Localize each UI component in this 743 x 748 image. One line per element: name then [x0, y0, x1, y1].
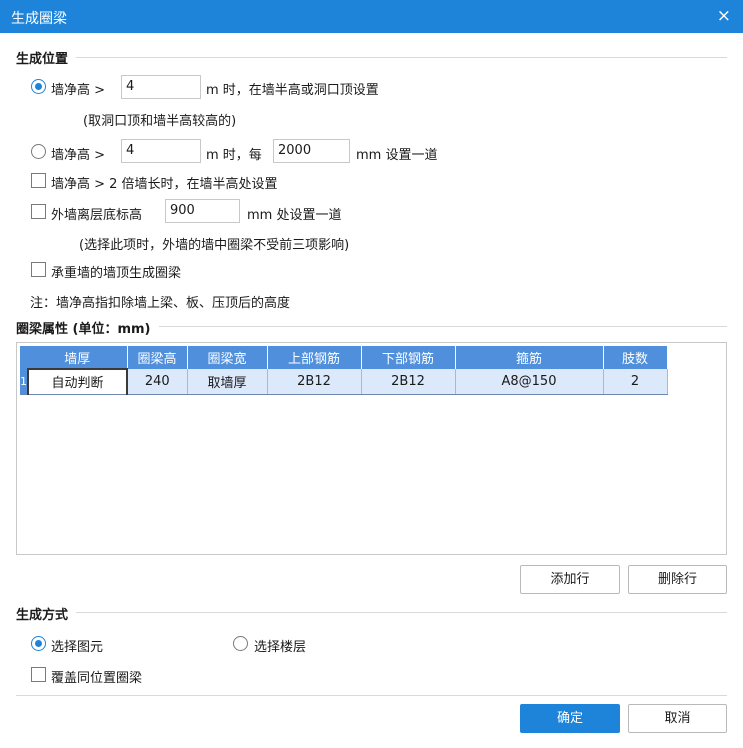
add-row-button[interactable]: 添加行: [520, 565, 620, 594]
section-title-method: 生成方式: [16, 604, 77, 623]
delete-row-button[interactable]: 删除行: [628, 565, 727, 594]
table-header-row: 墙厚 圈梁高 圈梁宽 上部钢筋 下部钢筋 箍筋 肢数: [20, 346, 668, 369]
row-number: 1: [20, 369, 28, 395]
checkbox-bearing-wall-top[interactable]: [31, 262, 46, 277]
window-title: 生成圈梁: [11, 11, 67, 27]
opt1-suffix: m 时，在墙半高或洞口顶设置: [206, 83, 379, 98]
table-row[interactable]: 1 自动判断 240 取墙厚 2B12 2B12 A8@150 2: [20, 368, 668, 395]
opt2-interval-input[interactable]: 2000: [273, 139, 350, 163]
opt1-height-input[interactable]: 4: [121, 75, 201, 99]
radio-option-interval[interactable]: [31, 144, 46, 159]
table-cell-legs[interactable]: 2: [603, 369, 668, 395]
table-cell-beam-width[interactable]: 取墙厚: [187, 369, 268, 395]
column-header[interactable]: 墙厚: [28, 346, 128, 369]
column-header[interactable]: 圈梁宽: [187, 346, 268, 369]
opt4-note: (选择此项时，外墙的墙中圈梁不受前三项影响): [79, 238, 350, 253]
opt4-elevation-input[interactable]: 900: [165, 199, 240, 223]
position-note: 注：墙净高指扣除墙上梁、板、压顶后的高度: [30, 296, 291, 311]
column-header[interactable]: 箍筋: [455, 346, 604, 369]
opt4-suffix: mm 处设置一道: [247, 208, 342, 223]
beam-attribute-table: 墙厚 圈梁高 圈梁宽 上部钢筋 下部钢筋 箍筋 肢数 1 自动判断 240 取墙…: [20, 346, 668, 395]
checkbox-overwrite-same-position[interactable]: [31, 667, 46, 682]
table-cell-beam-height[interactable]: 240: [127, 369, 188, 395]
opt3-label: 墙净高 > 2 倍墙长时，在墙半高处设置: [51, 177, 278, 192]
overwrite-label: 覆盖同位置圈梁: [51, 671, 143, 686]
table-cell-top-rebar[interactable]: 2B12: [267, 369, 362, 395]
column-header[interactable]: 上部钢筋: [267, 346, 362, 369]
column-header[interactable]: 下部钢筋: [361, 346, 456, 369]
section-title-position: 生成位置: [16, 48, 77, 67]
section-title-attributes: 圈梁属性 (单位：mm): [16, 318, 159, 337]
table-cell-bottom-rebar[interactable]: 2B12: [361, 369, 456, 395]
radio-select-element[interactable]: [31, 636, 46, 651]
table-cell-wall-thickness[interactable]: 自动判断: [27, 368, 128, 395]
cancel-button[interactable]: 取消: [628, 704, 727, 733]
select-floor-label: 选择楼层: [254, 640, 307, 655]
column-header[interactable]: 圈梁高: [127, 346, 188, 369]
checkbox-exterior-wall-elevation[interactable]: [31, 204, 46, 219]
checkbox-height-length-ratio[interactable]: [31, 173, 46, 188]
select-element-label: 选择图元: [51, 640, 104, 655]
divider: [16, 695, 727, 696]
opt2-mid: m 时，每: [206, 148, 262, 163]
opt2-height-input[interactable]: 4: [121, 139, 201, 163]
beam-attribute-table-panel: 墙厚 圈梁高 圈梁宽 上部钢筋 下部钢筋 箍筋 肢数 1 自动判断 240 取墙…: [16, 342, 727, 555]
ok-button[interactable]: 确定: [520, 704, 620, 733]
opt4-prefix: 外墙离层底标高: [51, 208, 143, 223]
radio-select-floor[interactable]: [233, 636, 248, 651]
row-number-header: [20, 346, 28, 369]
divider: [16, 612, 727, 613]
column-header[interactable]: 肢数: [603, 346, 668, 369]
divider: [16, 57, 727, 58]
opt2-prefix: 墙净高 >: [51, 148, 106, 163]
radio-option-half-height[interactable]: [31, 79, 46, 94]
opt2-suffix: mm 设置一道: [356, 148, 438, 163]
opt1-prefix: 墙净高 >: [51, 83, 106, 98]
opt1-note: (取洞口顶和墙半高较高的): [83, 114, 237, 129]
opt5-label: 承重墙的墙顶生成圈梁: [51, 266, 182, 281]
title-bar: 生成圈梁 ×: [0, 0, 743, 33]
table-cell-stirrup[interactable]: A8@150: [455, 369, 604, 395]
close-icon[interactable]: ×: [717, 6, 731, 26]
